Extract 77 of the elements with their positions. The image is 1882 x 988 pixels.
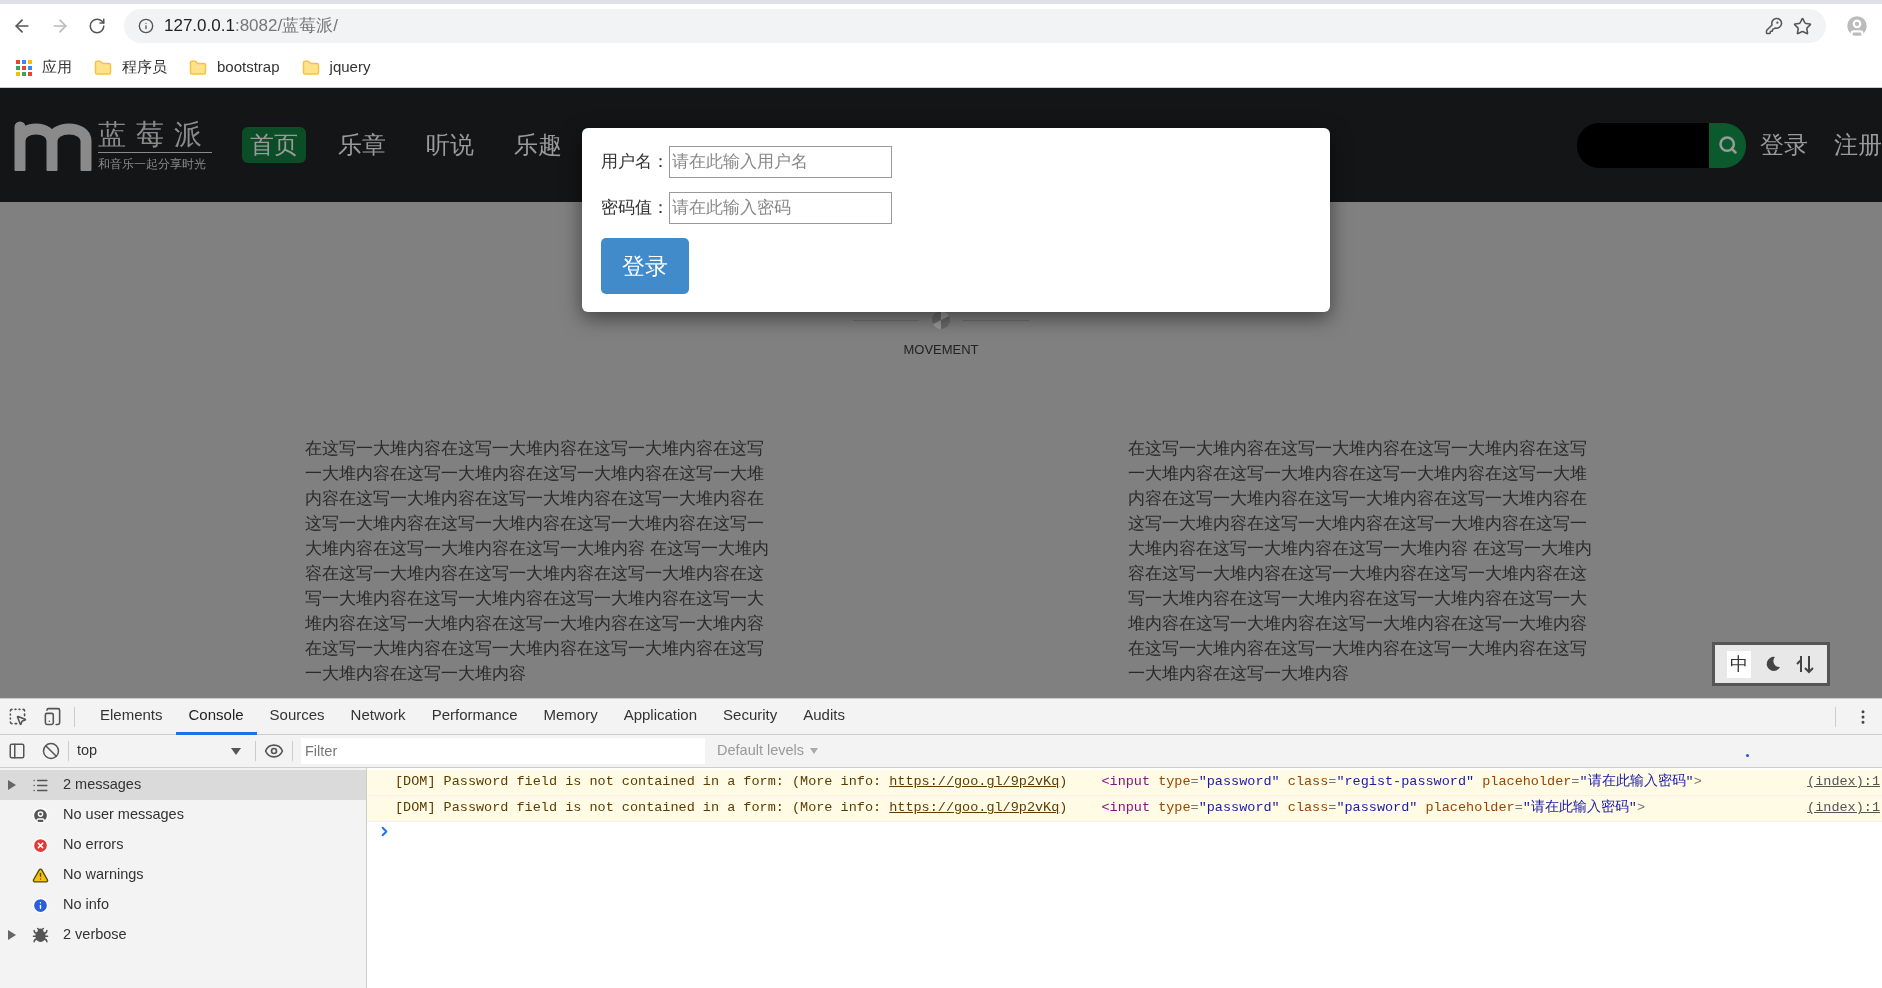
search-field[interactable]	[1577, 122, 1709, 168]
warning-icon	[32, 866, 49, 884]
nav-link[interactable]: 乐趣	[506, 127, 570, 163]
sidebar-toggle-icon[interactable]	[8, 742, 26, 760]
message-link[interactable]: https://goo.gl/9p2vKq	[889, 800, 1060, 816]
bookmark[interactable]: bootstrap	[217, 56, 280, 79]
nav-link[interactable]: 首页	[242, 127, 306, 163]
auth-link[interactable]: 登录	[1760, 127, 1808, 163]
expand-icon[interactable]	[8, 930, 16, 940]
devtools-tab[interactable]: Security	[710, 698, 791, 735]
arrows-icon[interactable]	[1794, 654, 1815, 674]
nav-link[interactable]: 乐章	[330, 127, 394, 163]
devtools-tab[interactable]: Audits	[790, 698, 858, 735]
apps-grid-icon	[16, 59, 32, 76]
login-button[interactable]: 登录	[601, 238, 689, 294]
auth-link[interactable]: 注册	[1834, 127, 1882, 163]
disc-icon	[931, 310, 951, 330]
devtools-tab[interactable]: Performance	[418, 698, 531, 735]
paragraph: 在这写一大堆内容在这写一大堆内容在这写一大堆内容在这写一大堆内容在这写一大堆内容在这写一大堆内容在这写一大堆内容在这写一大堆内容在这写一大堆内容在这写一大堆内容在这写一大堆内容在这写一大堆内容在这写一大堆内容在这写一大堆内容在这写一大堆内容在这写一大堆内容 在这写一大堆内容在这写一大堆内容在这写一大堆内容在这写一大堆内容在这写一大堆内容在这写一大堆内容在这写一大堆内容在这写一大堆内容在这写一大堆内容在这写一大堆内容在这写一大堆内容在这写一大堆内容在这写一大堆内容在这写一大堆内容在这写一大堆内容在这写一大堆内容	[1128, 437, 1593, 685]
devtools-tab[interactable]: Sources	[256, 698, 338, 735]
sidebar-item[interactable]: No user messages	[0, 800, 366, 830]
paragraph: 在这写一大堆内容在这写一大堆内容在这写一大堆内容在这写一大堆内容在这写一大堆内容在这写一大堆内容在这写一大堆内容在这写一大堆内容在这写一大堆内容在这写一大堆内容在这写一大堆内容在这写一大堆内容在这写一大堆内容在这写一大堆内容在这写一大堆内容在这写一大堆内容 在这写一大堆内容在这写一大堆内容在这写一大堆内容在这写一大堆内容在这写一大堆内容在这写一大堆内容在这写一大堆内容在这写一大堆内容在这写一大堆内容在这写一大堆内容在这写一大堆内容在这写一大堆内容在这写一大堆内容在这写一大堆内容在这写一大堆内容在这写一大堆内容	[305, 437, 770, 685]
source-link[interactable]: (index):1	[1807, 772, 1880, 793]
info-icon	[32, 896, 49, 914]
expand-icon[interactable]	[8, 780, 16, 790]
element-snippet[interactable]: <input type="password" class="regist-password" placeholder="请在此输入密码">	[1101, 772, 1702, 793]
element-snippet[interactable]: <input type="password" class="password" placeholder="请在此输入密码">	[1101, 798, 1646, 819]
device-icon[interactable]	[43, 707, 62, 726]
folder-icon	[94, 58, 112, 77]
nav-link[interactable]: 听说	[418, 127, 482, 163]
bug-icon	[32, 926, 49, 944]
field-label: 密码值：	[601, 197, 669, 220]
section-label: MOVEMENT	[903, 341, 979, 359]
language-label[interactable]: 中	[1727, 650, 1752, 678]
sidebar-item[interactable]: No errors	[0, 830, 366, 860]
text-field[interactable]: 请在此输入密码	[669, 192, 892, 224]
search-icon	[1717, 135, 1738, 155]
user-icon	[32, 806, 49, 824]
logo-icon	[14, 119, 94, 171]
devtools-tab[interactable]: Application	[610, 698, 711, 735]
message-text: [DOM] Password field is not contained in a form: (More info: https://goo.gl/9p2vKq)	[395, 799, 1068, 818]
address-bar[interactable]: 127.0.0.1:8082/蓝莓派/	[124, 9, 1826, 43]
logo-title: 蓝莓派	[98, 117, 212, 153]
text-field[interactable]: 请在此输入用户名	[669, 146, 892, 178]
moon-icon[interactable]	[1764, 655, 1782, 673]
sidebar-item[interactable]: No info	[0, 890, 366, 920]
dropdown-icon	[231, 747, 241, 755]
folder-icon	[301, 58, 320, 77]
message-link[interactable]: https://goo.gl/9p2vKq	[889, 774, 1060, 790]
devtools-tab[interactable]: Memory	[530, 698, 611, 735]
folder-icon	[189, 58, 207, 77]
logo-slogan: 和音乐一起分享时光	[98, 155, 207, 173]
bookmark[interactable]: 应用	[42, 56, 72, 79]
sidebar-item[interactable]: No warnings	[0, 860, 366, 890]
bookmark[interactable]: jquery	[329, 56, 371, 79]
key-icon[interactable]	[1765, 17, 1783, 35]
url-text: 127.0.0.1:8082/蓝莓派/	[164, 15, 338, 38]
eye-icon[interactable]	[264, 741, 284, 761]
search-button[interactable]	[1709, 122, 1746, 168]
context-select[interactable]: top	[77, 740, 247, 762]
devtools-tab[interactable]: Elements	[87, 698, 176, 735]
field-label: 用户名：	[601, 151, 669, 174]
clear-icon[interactable]	[42, 742, 60, 760]
message-text: [DOM] Password field is not contained in a form: (More info: https://goo.gl/9p2vKq)	[395, 773, 1068, 792]
info-icon	[138, 18, 154, 34]
sidebar-item[interactable]: 2 messages	[0, 770, 366, 800]
language-widget[interactable]: 中	[1712, 642, 1830, 686]
error-icon	[32, 836, 49, 854]
inspect-icon[interactable]	[8, 707, 27, 726]
devtools-tab[interactable]: Network	[337, 698, 419, 735]
sidebar-item[interactable]: 2 verbose	[0, 920, 366, 950]
source-link[interactable]: (index):1	[1807, 798, 1880, 819]
dropdown-icon	[810, 748, 819, 754]
bookmark[interactable]: 程序员	[122, 56, 167, 79]
reload-icon[interactable]	[88, 17, 106, 35]
filter-field[interactable]: Filter	[301, 738, 705, 764]
star-icon[interactable]	[1793, 16, 1812, 36]
